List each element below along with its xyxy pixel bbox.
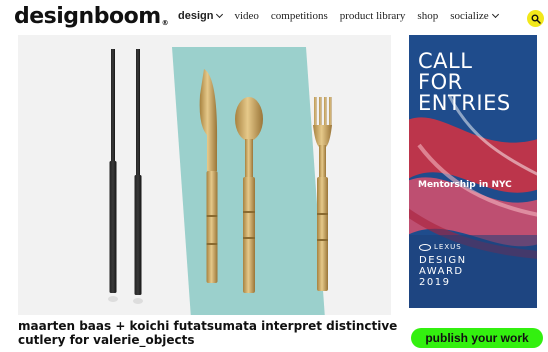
nav-item-competitions[interactable]: competitions	[271, 10, 328, 22]
nav-label: video	[234, 10, 259, 22]
nav-label: socialize	[450, 10, 489, 22]
nav-label: shop	[417, 10, 439, 22]
main-nav: design video competitions product librar…	[178, 10, 510, 22]
spoon	[235, 97, 263, 293]
ad-award-text: DESIGN AWARD 2019	[419, 255, 467, 288]
ad-brand-text: LEXUS	[434, 243, 462, 251]
ad-award-line: DESIGN	[419, 255, 467, 266]
knife	[199, 69, 218, 283]
article-title[interactable]: maarten baas + koichi futatsumata interp…	[18, 319, 398, 347]
search-icon	[531, 14, 541, 24]
nav-label: competitions	[270, 10, 328, 22]
chopsticks	[108, 49, 143, 304]
nav-item-socialize[interactable]: socialize	[450, 10, 499, 22]
nav-item-video[interactable]: video	[234, 10, 258, 22]
ad-subline: Mentorship in NYC	[418, 180, 512, 190]
ad-headline-line: CALL	[418, 49, 473, 73]
cutlery-illustration	[108, 49, 332, 304]
ad-headline-line: FOR	[418, 70, 463, 94]
search-button[interactable]	[527, 10, 544, 27]
chevron-down-icon	[216, 10, 224, 19]
nav-item-design[interactable]: design	[178, 10, 224, 22]
publish-your-work-button[interactable]: publish your work	[411, 328, 543, 348]
site-logo[interactable]: designboom®	[14, 2, 169, 32]
ad-brand: LEXUS	[419, 243, 462, 251]
logo-text: designboom	[14, 4, 161, 29]
chevron-down-icon	[491, 10, 499, 19]
nav-label: design	[178, 10, 214, 22]
hero-image[interactable]	[18, 35, 391, 315]
ad-headline: CALL FOR ENTRIES	[418, 51, 533, 114]
nav-item-product-library[interactable]: product library	[340, 10, 406, 22]
site-header: designboom® design video competitions pr…	[0, 0, 548, 34]
ad-banner[interactable]: CALL FOR ENTRIES Mentorship in NYC LEXUS…	[409, 35, 537, 308]
nav-item-shop[interactable]: shop	[417, 10, 438, 22]
ad-headline-line: ENTRIES	[418, 91, 511, 115]
ad-award-line: AWARD	[419, 266, 464, 277]
nav-label: product library	[339, 10, 406, 22]
lexus-logo-icon	[419, 243, 431, 251]
fork	[313, 97, 332, 291]
ad-award-line: 2019	[419, 277, 451, 288]
logo-registered-mark: ®	[161, 19, 169, 27]
